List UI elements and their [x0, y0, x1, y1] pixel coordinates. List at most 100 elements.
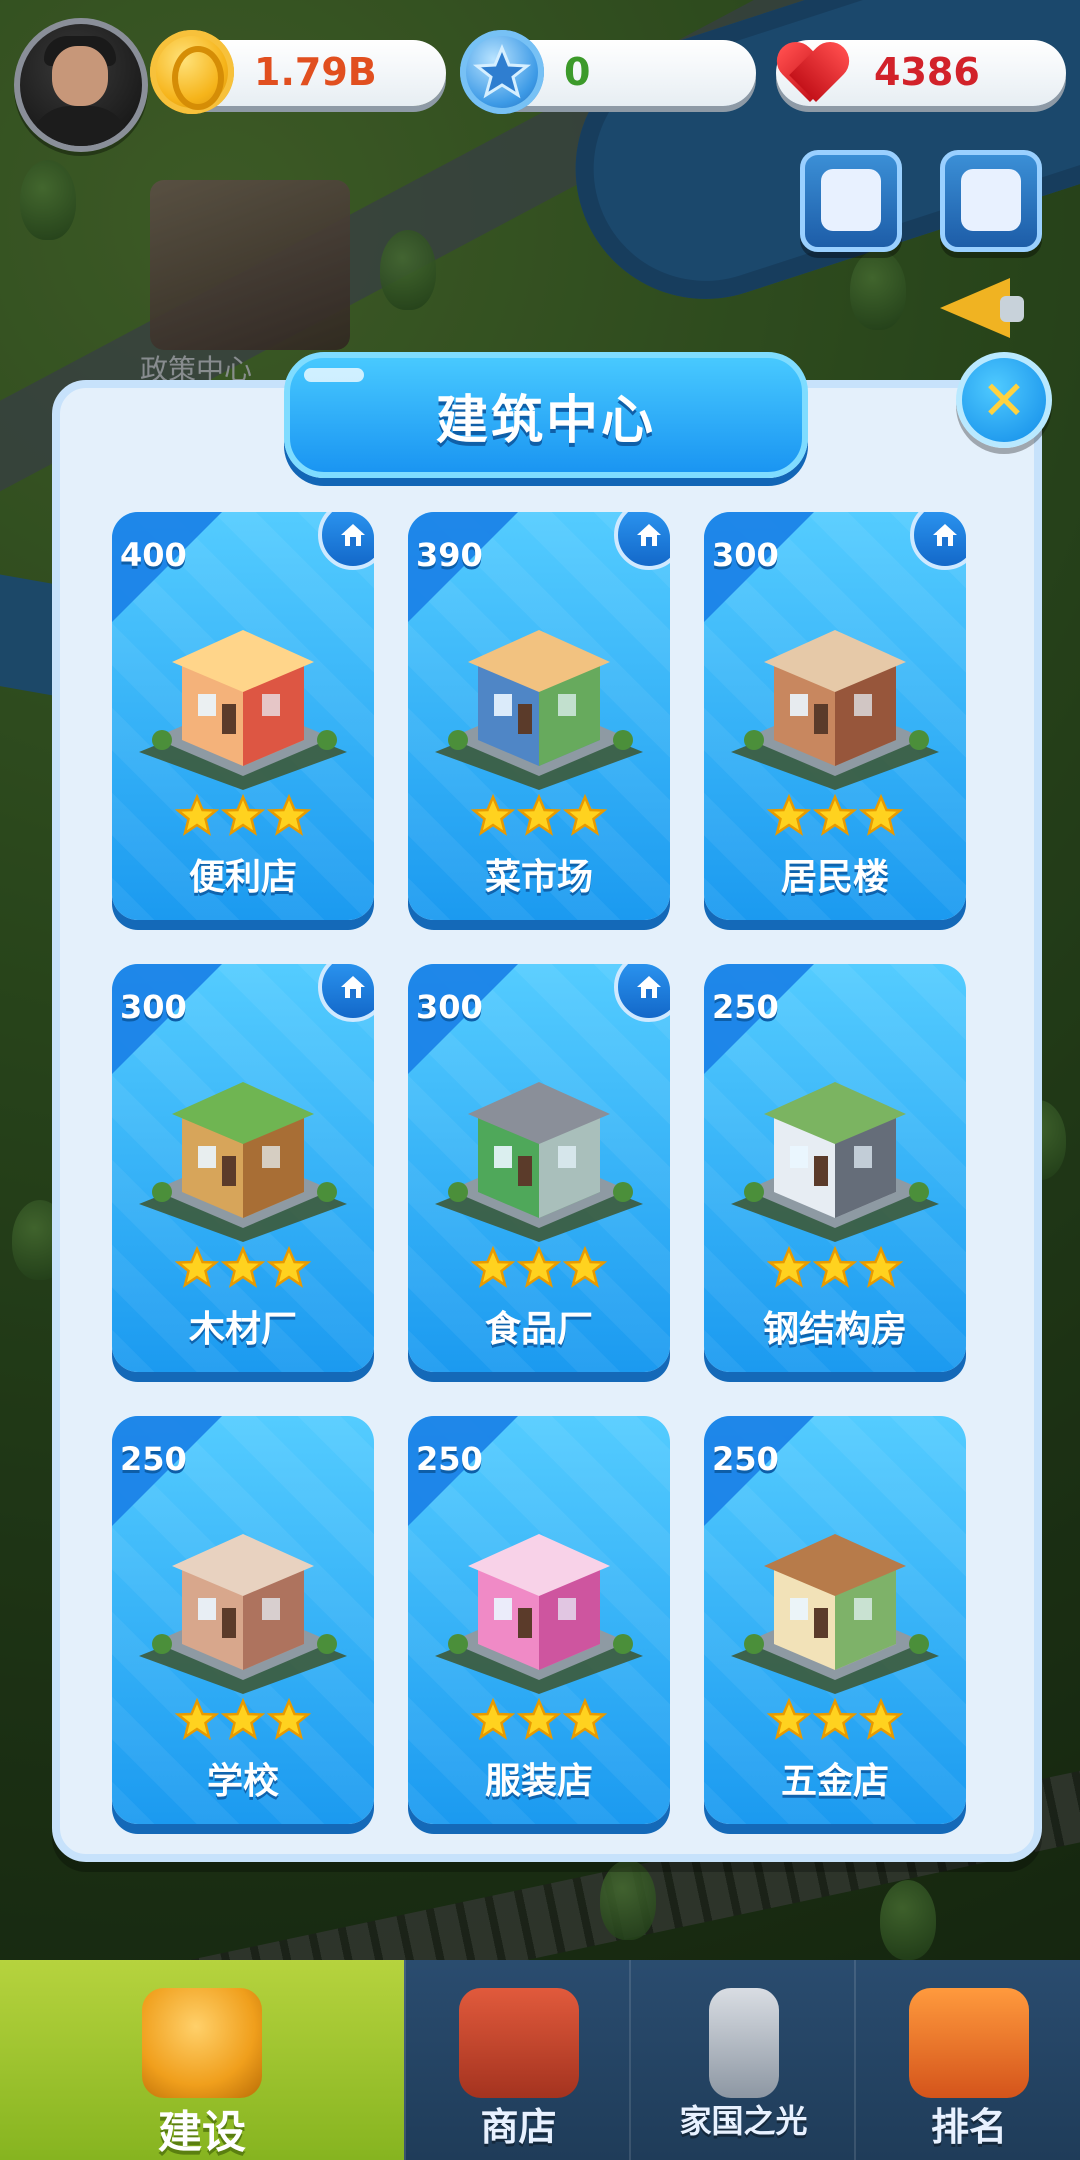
nav-tab-ranking[interactable]: 排名	[854, 1960, 1080, 2160]
star-icon	[471, 794, 515, 836]
star-icon	[175, 1698, 219, 1740]
blue-star-coin-icon	[460, 30, 544, 114]
star-icon	[859, 1698, 903, 1740]
star-icon	[859, 1246, 903, 1288]
nav-tab-label: 商店	[480, 2105, 557, 2149]
shop-icon	[458, 1988, 579, 2098]
building-name: 食品厂	[484, 1309, 593, 1350]
building-illustration	[731, 1534, 939, 1694]
building-illustration	[731, 630, 939, 790]
building-cost: 250	[416, 1440, 483, 1478]
star-icon	[767, 1246, 811, 1288]
star-icon	[813, 1246, 857, 1288]
bottom-navigation: 建设 商店 家国之光 排名	[0, 1960, 1080, 2160]
star-icon	[221, 1698, 265, 1740]
modal-title-ribbon: 建筑中心	[284, 352, 808, 478]
star-icon	[767, 794, 811, 836]
star-icon	[471, 1246, 515, 1288]
star-icon	[267, 1246, 311, 1288]
star-icon	[267, 1698, 311, 1740]
building-illustration	[139, 630, 347, 790]
heart-counter[interactable]: 4386	[776, 40, 1066, 106]
heart-value: 4386	[874, 50, 980, 94]
building-cost: 400	[120, 536, 187, 574]
building-illustration	[731, 1082, 939, 1242]
building-card[interactable]: 250 学校	[112, 1416, 374, 1824]
announcement-megaphone-icon[interactable]	[940, 268, 1032, 346]
building-illustration	[435, 630, 643, 790]
event-button[interactable]	[800, 150, 902, 252]
building-card[interactable]: 300 居民楼	[704, 512, 966, 920]
player-avatar[interactable]	[14, 18, 148, 152]
star-icon	[859, 794, 903, 836]
building-name: 学校	[206, 1761, 279, 1802]
star-icon	[767, 1698, 811, 1740]
star-icon	[517, 794, 561, 836]
building-card[interactable]: 400 便利店	[112, 512, 374, 920]
rating-stars	[408, 1698, 670, 1746]
customer-service-button[interactable]	[940, 150, 1042, 252]
star-value: 0	[564, 50, 591, 94]
building-name: 钢结构房	[762, 1309, 907, 1350]
customer-service-icon	[961, 169, 1021, 231]
rating-stars	[112, 1698, 374, 1746]
event-character-icon	[821, 169, 881, 231]
building-illustration	[435, 1082, 643, 1242]
rating-stars	[112, 1246, 374, 1294]
rating-stars	[408, 794, 670, 842]
building-name: 居民楼	[780, 857, 889, 898]
coin-counter[interactable]: 1.79B	[150, 30, 446, 114]
building-illustration	[139, 1082, 347, 1242]
star-icon	[563, 1246, 607, 1288]
building-name: 木材厂	[188, 1309, 297, 1350]
nav-tab-shop[interactable]: 商店	[404, 1960, 631, 2160]
gold-coin-icon	[150, 30, 234, 114]
star-icon	[813, 1698, 857, 1740]
star-icon	[813, 794, 857, 836]
star-icon	[563, 794, 607, 836]
rating-stars	[704, 794, 966, 842]
modal-title: 建筑中心	[435, 390, 656, 451]
star-icon	[563, 1698, 607, 1740]
building-cost: 250	[120, 1440, 187, 1478]
star-icon	[267, 794, 311, 836]
rating-stars	[704, 1698, 966, 1746]
helmet-icon	[142, 1988, 262, 2098]
nav-tab-label: 家国之光	[679, 2102, 808, 2140]
star-icon	[221, 794, 265, 836]
rating-stars	[408, 1246, 670, 1294]
nav-tab-national-glory[interactable]: 家国之光	[629, 1960, 856, 2160]
building-cost: 250	[712, 1440, 779, 1478]
nav-tab-label: 排名	[930, 2105, 1007, 2149]
star-icon	[517, 1698, 561, 1740]
coin-value: 1.79B	[254, 50, 377, 94]
building-name: 便利店	[188, 857, 297, 898]
star-icon	[175, 1246, 219, 1288]
building-illustration	[435, 1534, 643, 1694]
nav-tab-build[interactable]: 建设	[0, 1960, 404, 2160]
building-card[interactable]: 300 木材厂	[112, 964, 374, 1372]
building-cost: 300	[416, 988, 483, 1026]
star-icon	[175, 794, 219, 836]
building-card[interactable]: 390 菜市场	[408, 512, 670, 920]
building-name: 服装店	[484, 1761, 593, 1802]
close-button[interactable]: ✕	[956, 352, 1052, 448]
building-card[interactable]: 250 服装店	[408, 1416, 670, 1824]
rocket-icon	[708, 1988, 779, 2098]
building-name: 五金店	[780, 1761, 889, 1802]
star-icon	[471, 1698, 515, 1740]
heart-icon	[770, 30, 854, 114]
building-card[interactable]: 250 钢结构房	[704, 964, 966, 1372]
star-counter[interactable]: 0	[460, 30, 756, 114]
building-cost: 390	[416, 536, 483, 574]
building-card[interactable]: 300 食品厂	[408, 964, 670, 1372]
nav-tab-label: 建设	[158, 2107, 246, 2158]
ranking-icon	[909, 1988, 1029, 2098]
star-icon	[221, 1246, 265, 1288]
building-card[interactable]: 250 五金店	[704, 1416, 966, 1824]
building-cost: 300	[712, 536, 779, 574]
building-illustration	[139, 1534, 347, 1694]
rating-stars	[112, 794, 374, 842]
rating-stars	[704, 1246, 966, 1294]
building-name: 菜市场	[484, 857, 593, 898]
